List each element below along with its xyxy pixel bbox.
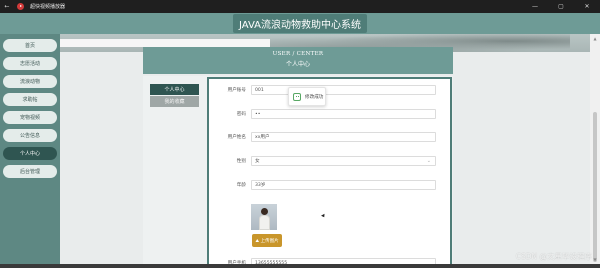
smile-icon xyxy=(293,92,301,101)
avatar-body xyxy=(259,215,270,230)
account-input[interactable]: 001 xyxy=(251,85,436,95)
vertical-scrollbar[interactable]: ▲ ▼ xyxy=(590,34,600,268)
back-arrow-icon[interactable]: ← xyxy=(0,3,14,10)
scroll-up-icon[interactable]: ▲ xyxy=(592,36,598,41)
gender-label: 性别 xyxy=(236,159,246,164)
password-label: 密码 xyxy=(236,112,246,117)
tab-list: 个人中心 我的收藏 xyxy=(150,84,199,108)
form-row-gender: 性别 女 ⌄ xyxy=(209,156,450,166)
sidebar-item-notices[interactable]: 公告信息 xyxy=(3,129,57,142)
window-title: 超快视频播放器 xyxy=(30,4,66,10)
profile-panel: 个人中心 我的收藏 用户账号 001 密码 •• 用户姓名 xx用户 性别 女 … xyxy=(143,76,453,268)
gender-select[interactable]: 女 ⌄ xyxy=(251,156,436,166)
sidebar-item-stray-animals[interactable]: 流浪动物 xyxy=(3,75,57,88)
avatar xyxy=(251,204,277,230)
section-title-en: USER / CENTER xyxy=(272,51,324,57)
sidebar-item-volunteer[interactable]: 志愿活动 xyxy=(3,57,57,70)
success-toast: 修改成功 xyxy=(288,87,326,106)
form-row-password: 密码 •• xyxy=(209,109,450,119)
sidebar-item-admin[interactable]: 后台管理 xyxy=(3,165,57,178)
tab-personal-center[interactable]: 个人中心 xyxy=(150,84,199,95)
watermark: CSDN @文星毕设程序 xyxy=(515,252,592,261)
account-label: 用户账号 xyxy=(227,88,246,93)
form-row-name: 用户姓名 xx用户 xyxy=(209,132,450,142)
bottom-edge xyxy=(0,264,600,268)
sidebar-item-home[interactable]: 首页 xyxy=(3,39,57,52)
sidebar-item-personal-center[interactable]: 个人中心 xyxy=(3,147,57,160)
gender-value: 女 xyxy=(255,159,260,164)
upload-label: 上传图片 xyxy=(260,238,279,244)
upload-image-button[interactable]: ⛰ 上传图片 xyxy=(252,234,282,247)
section-header: USER / CENTER 个人中心 xyxy=(143,47,453,74)
section-title-cn: 个人中心 xyxy=(285,61,310,68)
main-content: USER / CENTER 个人中心 个人中心 我的收藏 用户账号 001 密码… xyxy=(60,34,590,268)
scroll-down-icon[interactable]: ▼ xyxy=(592,257,598,262)
app-header: JAVA流浪动物救助中心系统 xyxy=(0,13,600,34)
sidebar: 首页 志愿活动 流浪动物 求助帖 宠物视频 公告信息 个人中心 后台管理 xyxy=(0,34,60,268)
avatar-head xyxy=(261,208,268,215)
window-controls: — ▢ ✕ xyxy=(522,0,600,13)
profile-form: 用户账号 001 密码 •• 用户姓名 xx用户 性别 女 ⌄ 年龄 33岁 ⛰… xyxy=(207,77,452,268)
name-input[interactable]: xx用户 xyxy=(251,132,436,142)
form-row-age: 年龄 33岁 xyxy=(209,180,450,190)
window-titlebar: ← 超快视频播放器 — ▢ ✕ xyxy=(0,0,600,13)
form-row-account: 用户账号 001 xyxy=(209,85,450,95)
sidebar-item-pet-videos[interactable]: 宠物视频 xyxy=(3,111,57,124)
banner-strip xyxy=(60,39,270,47)
minimize-button[interactable]: — xyxy=(522,0,548,13)
app-title: JAVA流浪动物救助中心系统 xyxy=(232,14,368,33)
maximize-button[interactable]: ▢ xyxy=(548,0,574,13)
close-button[interactable]: ✕ xyxy=(574,0,600,13)
play-icon xyxy=(17,3,24,10)
age-label: 年龄 xyxy=(236,183,246,188)
chevron-down-icon: ⌄ xyxy=(426,158,431,164)
toast-message: 修改成功 xyxy=(305,94,324,100)
tab-favorites[interactable]: 我的收藏 xyxy=(150,96,199,107)
password-input[interactable]: •• xyxy=(251,109,436,119)
scrollbar-thumb[interactable] xyxy=(593,112,597,262)
age-input[interactable]: 33岁 xyxy=(251,180,436,190)
name-label: 用户姓名 xyxy=(227,135,246,140)
sidebar-item-help-posts[interactable]: 求助帖 xyxy=(3,93,57,106)
